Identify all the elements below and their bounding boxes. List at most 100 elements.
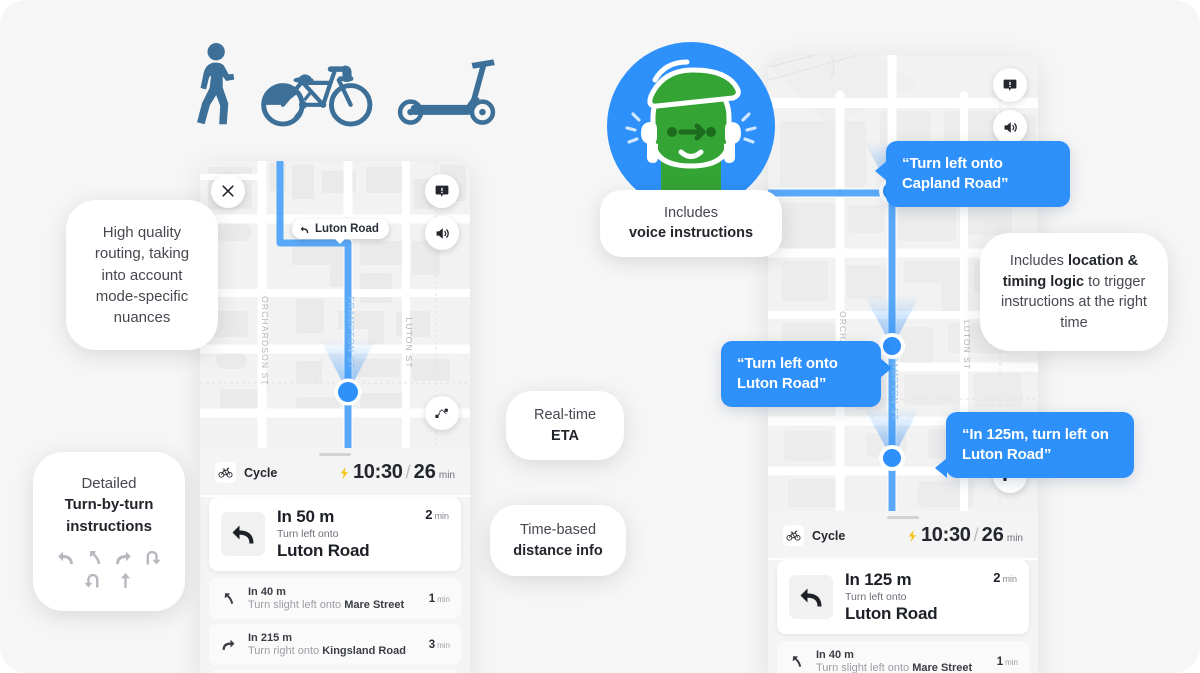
table-row[interactable]: In 40 m Turn slight left onto Mare Stree… xyxy=(777,641,1029,673)
eta-mode-label: Cycle xyxy=(244,465,278,480)
hero-step-right[interactable]: In 125 m Turn left onto Luton Road 2 min xyxy=(777,560,1029,634)
voice-instructions-group: Includes voice instructions xyxy=(600,42,782,270)
transport-modes xyxy=(196,42,496,130)
voice-pill-emphasis: voice instructions xyxy=(628,224,754,241)
callout-routing: High quality routing, taking into accoun… xyxy=(66,200,218,351)
eta-duration: 26 xyxy=(981,524,1004,546)
eta-mode-label: Cycle xyxy=(812,528,846,543)
callout-turn-by-turn: Detailed Turn-by-turn instructions xyxy=(33,452,185,611)
callout-logic-p1: Includes xyxy=(1009,253,1068,269)
voice-bubble-text: “In 125m, turn left on Luton Road” xyxy=(962,426,1109,463)
svg-text:ORCHARDSON ST: ORCHARDSON ST xyxy=(260,296,270,386)
step-action: Turn right onto Kingsland Road xyxy=(248,645,406,657)
hero-time-value: 2 xyxy=(425,507,433,522)
hero-step-left[interactable]: In 50 m Turn left onto Luton Road 2 min xyxy=(209,497,461,571)
svg-text:LUTON ST: LUTON ST xyxy=(962,320,972,370)
hero-action: Turn left onto xyxy=(845,591,907,603)
table-row[interactable]: In 215 m Turn right onto Kingsland Road … xyxy=(209,624,461,665)
callout-distance-emphasis: distance info xyxy=(513,542,603,559)
map-left[interactable]: ORCHARDSON ST FRAMPTON ST LUTON ST Luton… xyxy=(200,161,470,448)
eta-bar-right[interactable]: Cycle 10:30 / 26 min xyxy=(768,511,1038,558)
voice-instructions-pill: Includes voice instructions xyxy=(600,190,782,258)
sound-icon xyxy=(1002,119,1019,136)
phone-left: ORCHARDSON ST FRAMPTON ST LUTON ST Luton… xyxy=(200,161,470,673)
callout-tbt-lead: Detailed xyxy=(81,475,137,492)
route-overview-button[interactable] xyxy=(425,396,459,430)
hero-time: 2 min xyxy=(993,570,1017,585)
turn-left-icon xyxy=(221,512,265,556)
turn-left-icon xyxy=(55,547,76,568)
eta-duration-unit: min xyxy=(1006,533,1023,544)
hero-action: Turn left onto xyxy=(277,528,339,540)
voice-bubble-luton: “Turn left onto Luton Road” xyxy=(721,341,892,407)
step-time: 1 min xyxy=(997,656,1018,668)
bubble-tail xyxy=(880,358,892,378)
close-icon xyxy=(219,182,237,200)
callout-distance: Time-based distance info xyxy=(490,505,626,577)
voice-bubble-capland: “Turn left onto Capland Road” xyxy=(875,141,1070,207)
eta-bar-left[interactable]: Cycle 10:30 / 26 min xyxy=(200,448,470,495)
slight-left-icon xyxy=(785,653,807,670)
straight-icon xyxy=(115,570,136,591)
step-time-unit: min xyxy=(1005,657,1018,667)
step-time: 1 min xyxy=(429,593,450,605)
step-time-unit: min xyxy=(437,640,450,650)
step-action: Turn slight left onto Mare Street xyxy=(816,662,973,673)
callout-distance-lead: Time-based xyxy=(519,522,597,538)
callout-routing-text: High quality routing, taking into accoun… xyxy=(94,224,190,327)
table-row[interactable]: In 40 m Turn slight left onto Mare Stree… xyxy=(209,578,461,619)
bike-icon xyxy=(215,462,236,483)
voice-bubble-in125: “In 125m, turn left on Luton Road” xyxy=(935,412,1134,478)
step-time-value: 1 xyxy=(428,592,436,605)
canvas: ORCHARDSON ST FRAMPTON ST LUTON ST Luton… xyxy=(0,0,1200,673)
road-name-chip: Luton Road xyxy=(292,219,389,244)
report-button[interactable] xyxy=(993,68,1027,102)
report-icon xyxy=(434,183,450,199)
step-time-value: 1 xyxy=(996,655,1004,668)
sound-button[interactable] xyxy=(425,216,459,250)
chip-tail xyxy=(335,239,346,244)
uturn-right-icon xyxy=(142,547,163,568)
voice-bubble-text: “Turn left onto Luton Road” xyxy=(737,355,838,392)
step-action: Turn slight left onto Mare Street xyxy=(248,599,405,611)
slight-left-icon xyxy=(217,590,239,607)
eta-separator: / xyxy=(405,462,411,482)
turn-right-icon xyxy=(113,547,134,568)
svg-text:LUTON ST: LUTON ST xyxy=(404,317,414,368)
step-time-unit: min xyxy=(437,594,450,604)
eta-separator: / xyxy=(973,525,979,545)
turn-left-icon xyxy=(789,575,833,619)
flash-icon xyxy=(340,467,349,479)
eta-arrival-time: 10:30 xyxy=(920,524,971,546)
callout-tbt-emphasis: Turn-by-turn instructions xyxy=(64,496,154,535)
turn-glyph-row-2 xyxy=(49,570,169,591)
slight-left-icon xyxy=(84,547,105,568)
step-distance: In 40 m xyxy=(248,586,286,598)
eta-values: 10:30 / 26 min xyxy=(908,524,1023,547)
hero-time: 2 min xyxy=(425,507,449,522)
report-button[interactable] xyxy=(425,174,459,208)
steps-list-right[interactable]: In 125 m Turn left onto Luton Road 2 min… xyxy=(768,560,1038,673)
callout-logic: Includes location & timing logic to trig… xyxy=(980,233,1168,352)
road-chip-label: Luton Road xyxy=(315,223,379,235)
bubble-tail xyxy=(875,161,887,181)
step-distance: In 40 m xyxy=(816,649,854,661)
flash-icon xyxy=(908,530,917,542)
walk-icon xyxy=(196,42,238,130)
avatar-illustration xyxy=(625,59,757,210)
step-time-value: 3 xyxy=(428,638,436,651)
step-distance: In 215 m xyxy=(248,632,293,644)
bike-icon xyxy=(783,525,804,546)
svg-text:FRAMPTON ST: FRAMPTON ST xyxy=(346,296,356,370)
eta-values: 10:30 / 26 min xyxy=(340,461,455,484)
route-overview-icon xyxy=(433,404,451,422)
sound-button[interactable] xyxy=(993,110,1027,144)
hero-distance: In 125 m xyxy=(845,570,912,589)
eta-duration-unit: min xyxy=(438,470,455,481)
close-button[interactable] xyxy=(211,174,245,208)
hero-time-unit: min xyxy=(1002,574,1017,584)
hero-time-unit: min xyxy=(434,511,449,521)
callout-eta: Real-time ETA xyxy=(506,391,624,461)
steps-list-left[interactable]: In 50 m Turn left onto Luton Road 2 min … xyxy=(200,497,470,673)
callout-eta-lead: Real-time xyxy=(533,407,597,423)
